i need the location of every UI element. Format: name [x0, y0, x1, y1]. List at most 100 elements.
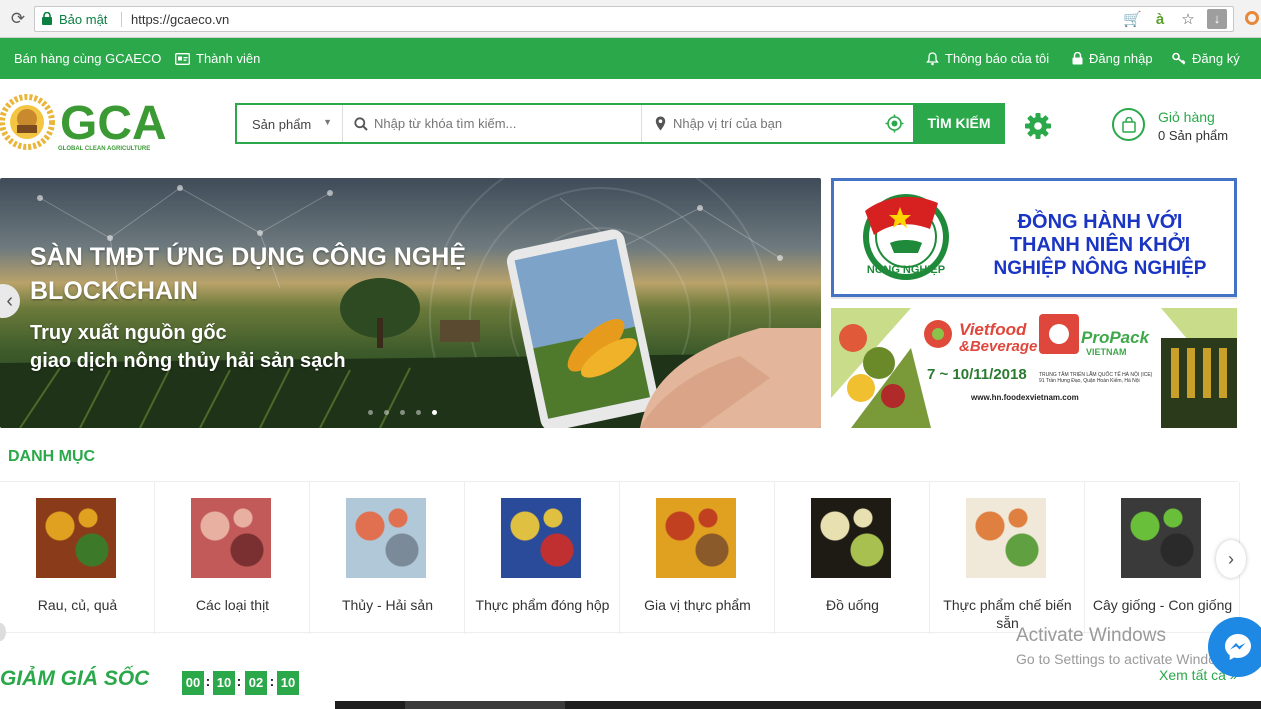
hero-sub-line2: giao dịch nông thủy hải sản sạch: [30, 350, 346, 372]
category-item[interactable]: Các loại thịt: [155, 482, 310, 634]
category-label: Gia vị thực phẩm: [644, 597, 751, 613]
search-input[interactable]: [374, 116, 629, 131]
id-card-icon: [175, 52, 190, 65]
banner1-line2: THANH NIÊN KHỞI: [1009, 234, 1191, 256]
sell-label: Bán hàng cùng GCAECO: [14, 51, 162, 66]
windows-activation-watermark: Activate Windows Go to Settings to activ…: [1016, 625, 1237, 667]
logo-brand: GCA: [60, 97, 167, 150]
register-link[interactable]: Đăng ký: [1172, 51, 1240, 66]
category-label: Các loại thịt: [195, 597, 270, 613]
member-label: Thành viên: [196, 51, 261, 66]
download-icon[interactable]: ↓: [1207, 9, 1227, 29]
site-logo[interactable]: GCA GLOBAL CLEAN AGRICULTURE: [0, 92, 168, 154]
bookmark-star-icon[interactable]: ☆: [1179, 10, 1197, 28]
slider-dot[interactable]: [432, 410, 437, 415]
category-item[interactable]: Đồ uống: [775, 482, 930, 634]
settings-gear-icon[interactable]: [1024, 112, 1052, 140]
expo-venue-address: 91 Trần Hưng Đạo, Quận Hoàn Kiếm, Hà Nội: [1039, 378, 1140, 384]
dictionary-extension-icon[interactable]: à: [1151, 11, 1169, 28]
countdown-colon: :: [205, 673, 211, 689]
location-field: [643, 105, 913, 142]
map-pin-icon: [655, 116, 666, 131]
expo-dates: 7 ~ 10/11/2018: [927, 366, 1027, 383]
category-image: [811, 498, 891, 578]
category-item[interactable]: Thực phẩm đóng hộp: [465, 482, 620, 634]
countdown-centis: 10: [277, 671, 299, 695]
notifications-link[interactable]: Thông báo của tôi: [926, 51, 1049, 66]
reload-icon[interactable]: ⟳: [8, 9, 28, 29]
countdown-seconds: 02: [245, 671, 267, 695]
category-next-button[interactable]: ›: [1216, 540, 1246, 578]
category-image: [1121, 498, 1201, 578]
expo-brand2-name: ProPack: [1081, 328, 1150, 347]
category-image: [656, 498, 736, 578]
browser-toolbar: ⟳ Bảo mật https://gcaeco.vn 🛒 à ☆ ↓: [0, 0, 1261, 38]
youth-union-banner[interactable]: NÔNG NGHIỆP ĐỒNG HÀNH VỚI THANH NIÊN KHỞ…: [831, 178, 1237, 297]
category-image: [36, 498, 116, 578]
category-label: Thực phẩm đóng hộp: [475, 597, 610, 613]
category-item[interactable]: Rau, củ, quả: [0, 482, 155, 634]
member-link[interactable]: Thành viên: [175, 51, 260, 66]
lock-icon: [1072, 52, 1083, 65]
youth-union-banner-text: ĐỒNG HÀNH VỚI THANH NIÊN KHỞI NGHIỆP NÔN…: [970, 211, 1230, 280]
banner1-line3: NGHIỆP NÔNG NGHIỆP: [993, 258, 1207, 279]
slider-dots: [368, 410, 437, 415]
expo-banner-art: [831, 308, 1237, 428]
slider-dot[interactable]: [400, 410, 405, 415]
chevron-down-icon: ▼: [323, 117, 332, 127]
expo-brand1-name: Vietfood: [959, 320, 1027, 339]
countdown-hours: 00: [182, 671, 204, 695]
category-label: Thủy - Hải sản: [341, 597, 434, 613]
countdown-minutes: 10: [213, 671, 235, 695]
address-bar[interactable]: Bảo mật https://gcaeco.vn 🛒 à ☆ ↓: [34, 6, 1234, 32]
address-separator: [121, 12, 122, 27]
category-item[interactable]: Gia vị thực phẩm: [620, 482, 775, 634]
category-label: Rau, củ, quả: [37, 597, 118, 613]
vietfood-expo-banner[interactable]: Vietfood &Beverage ProPack VIETNAM 7 ~ 1…: [831, 308, 1237, 428]
category-image: [346, 498, 426, 578]
search-button[interactable]: TÌM KIẾM: [913, 103, 1005, 144]
category-item[interactable]: Thực phẩm chế biến sẵn: [930, 482, 1085, 634]
seal-text: NÔNG NGHIỆP: [867, 263, 945, 276]
hero-heading-line1: SÀN TMĐT ỨNG DỤNG CÔNG NGHỆ: [30, 243, 467, 271]
category-carousel: Rau, củ, quả Các loại thịt Thủy - Hải sản T…: [0, 481, 1246, 634]
taskbar-active-app[interactable]: [405, 701, 565, 709]
cart-extension-icon[interactable]: 🛒: [1123, 10, 1142, 28]
countdown-colon: :: [236, 673, 242, 689]
countdown-colon: :: [269, 673, 275, 689]
cart-title: Giỏ hàng: [1158, 109, 1215, 125]
cart-widget[interactable]: Giỏ hàng 0 Sản phẩm: [1112, 106, 1252, 146]
locate-me-icon[interactable]: [885, 114, 904, 133]
login-link[interactable]: Đăng nhập: [1072, 51, 1153, 66]
search-category-value: Sản phẩm: [252, 117, 312, 132]
sell-link[interactable]: Bán hàng cùng GCAECO: [14, 51, 161, 66]
hero-heading-line2: BLOCKCHAIN: [30, 277, 199, 305]
search-bar: Sản phẩm ▼ TÌM KIẾM: [235, 103, 1005, 144]
category-image: [501, 498, 581, 578]
expo-website: www.hn.foodexvietnam.com: [971, 393, 1079, 402]
expo-brand2-sub: VIETNAM: [1086, 347, 1127, 357]
banner1-line1: ĐỒNG HÀNH VỚI: [1017, 211, 1183, 233]
hero-heading: SÀN TMĐT ỨNG DỤNG CÔNG NGHỆ BLOCKCHAIN: [30, 240, 530, 308]
url-text[interactable]: https://gcaeco.vn: [131, 12, 229, 27]
slider-dot[interactable]: [384, 410, 389, 415]
register-label: Đăng ký: [1192, 51, 1240, 66]
category-item[interactable]: Thủy - Hải sản: [310, 482, 465, 634]
secure-label: Bảo mật: [59, 12, 108, 27]
location-input[interactable]: [673, 116, 873, 131]
notifications-label: Thông báo của tôi: [945, 51, 1050, 66]
bell-icon: [926, 51, 939, 65]
hero-slider[interactable]: SÀN TMĐT ỨNG DỤNG CÔNG NGHỆ BLOCKCHAIN T…: [0, 178, 821, 428]
cart-count: 0 Sản phẩm: [1158, 128, 1229, 143]
category-label: Cây giống - Con giống: [1092, 597, 1233, 613]
messenger-chat-icon[interactable]: [1208, 617, 1261, 677]
category-section-title: DANH MỤC: [8, 448, 96, 465]
search-category-select[interactable]: Sản phẩm ▼: [237, 105, 343, 142]
slider-dot[interactable]: [416, 410, 421, 415]
extension-ring-icon[interactable]: [1245, 11, 1259, 25]
logo-tagline: GLOBAL CLEAN AGRICULTURE: [58, 146, 150, 152]
slider-dot[interactable]: [368, 410, 373, 415]
category-image: [191, 498, 271, 578]
os-taskbar: [335, 701, 1261, 709]
expo-brand1-sub: &Beverage: [959, 338, 1038, 355]
